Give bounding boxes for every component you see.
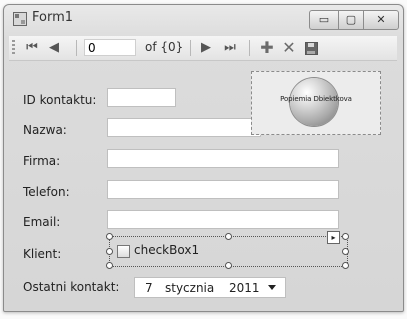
resize-handle-icon[interactable]	[106, 262, 113, 269]
resize-handle-icon[interactable]	[225, 233, 232, 240]
app-icon	[13, 12, 27, 26]
picture-box[interactable]: Popiemia Dbiektkova	[251, 71, 381, 135]
email-field[interactable]	[107, 210, 339, 229]
resize-handle-icon[interactable]	[342, 233, 349, 240]
picture-caption: Popiemia Dbiektkova	[280, 95, 352, 103]
toolbar-separator	[190, 40, 191, 56]
checkbox-label[interactable]: checkBox1	[134, 243, 199, 257]
id-field[interactable]	[107, 88, 176, 107]
smart-tag-icon[interactable]: ▸	[327, 231, 340, 244]
phone-label: Telefon:	[23, 185, 70, 199]
client-checkbox[interactable]	[117, 245, 130, 258]
name-field[interactable]	[107, 118, 261, 137]
last-contact-date-picker[interactable]: 7 stycznia 2011	[134, 277, 286, 298]
last-contact-label: Ostatni kontakt:	[23, 280, 120, 294]
previous-record-icon[interactable]: ◀	[47, 39, 61, 57]
resize-handle-icon[interactable]	[106, 248, 113, 255]
maximize-button[interactable]: ▢	[338, 10, 364, 30]
company-field[interactable]	[107, 149, 339, 168]
resize-handle-icon[interactable]	[342, 262, 349, 269]
position-input[interactable]	[84, 39, 136, 56]
email-label: Email:	[23, 215, 61, 229]
resize-handle-icon[interactable]	[225, 262, 232, 269]
resize-handle-icon[interactable]	[106, 233, 113, 240]
company-label: Firma:	[23, 154, 61, 168]
date-year[interactable]: 2011	[229, 281, 260, 295]
client-label: Klient:	[23, 247, 62, 261]
next-record-icon[interactable]: ▶	[199, 39, 213, 57]
toolbar-separator	[249, 40, 250, 56]
binding-navigator: ⏮ ◀ of {0} ▶ ⏭ ✚ ✕	[9, 36, 397, 61]
last-record-icon[interactable]: ⏭	[221, 39, 239, 57]
record-count: of {0}	[145, 40, 184, 54]
dropdown-arrow-icon[interactable]	[268, 285, 276, 290]
minimize-button[interactable]: ▭	[309, 10, 339, 30]
first-record-icon[interactable]: ⏮	[23, 39, 41, 57]
id-label: ID kontaktu:	[23, 93, 97, 107]
date-day[interactable]: 7	[145, 281, 153, 295]
title-bar[interactable]: Form1 ▭ ▢ ✕	[4, 5, 403, 33]
close-button[interactable]: ✕	[363, 10, 399, 30]
client-checkbox-container[interactable]: ▸ checkBox1	[106, 231, 349, 269]
delete-icon[interactable]: ✕	[281, 39, 297, 57]
date-month[interactable]: stycznia	[165, 281, 214, 295]
add-icon[interactable]: ✚	[259, 39, 275, 57]
toolbar-separator	[76, 40, 77, 56]
phone-field[interactable]	[107, 180, 339, 199]
toolbar-grip-icon[interactable]	[12, 40, 15, 56]
form1-window: Form1 ▭ ▢ ✕ ⏮ ◀ of {0} ▶ ⏭ ✚ ✕ ID kontak…	[3, 4, 404, 312]
save-icon[interactable]	[305, 42, 318, 55]
resize-handle-icon[interactable]	[342, 248, 349, 255]
name-label: Nazwa:	[23, 123, 67, 137]
window-title: Form1	[32, 10, 74, 25]
